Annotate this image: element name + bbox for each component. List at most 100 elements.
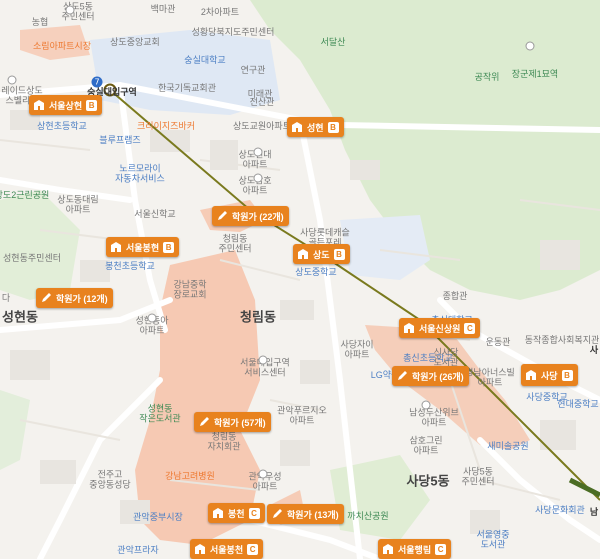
pencil-icon (198, 416, 210, 428)
place-label: 소림아파트시장 (33, 40, 91, 51)
place-label: 경남아너스빌 아파트 (465, 367, 515, 388)
place-label: 노르모라이 자동차서비스 (115, 163, 165, 184)
place-label: 현대중학교 (557, 398, 599, 409)
pin-label: 봉천 (228, 508, 245, 519)
school-pin[interactable]: 사당 B (521, 364, 578, 386)
poi-icon[interactable] (147, 313, 157, 323)
pin-label: 학원가 (22개) (232, 211, 284, 222)
place-label: 사당5동 주민센터 (461, 466, 495, 487)
school-icon (403, 322, 415, 334)
poi-icon[interactable] (7, 75, 17, 85)
pencil-icon (40, 292, 52, 304)
place-label: 백마관 (150, 3, 176, 14)
place-label: 봉천초등학교 (105, 260, 155, 271)
place-label: 공작위 (474, 71, 500, 82)
place-label: 상도2근린공원 (0, 189, 50, 200)
pin-label: 학원가 (26개) (412, 371, 464, 382)
pin-label: 학원가 (12개) (56, 293, 108, 304)
poi-icon[interactable] (65, 5, 75, 15)
place-label: 관악푸르지오 아파트 (277, 405, 327, 426)
place-label: 종합관 (442, 290, 468, 301)
place-label: 농협 (31, 16, 49, 27)
academy-pin[interactable]: 학원가 (13개) (267, 504, 344, 524)
pin-label: 성현 (307, 122, 324, 133)
place-label: 서울신학교 (134, 208, 176, 219)
place-label: 다 (1, 292, 11, 303)
place-label: 까치산공원 (347, 510, 389, 521)
grade-badge: B (86, 99, 98, 111)
grade-badge: B (561, 369, 573, 381)
place-label: 상현초등학교 (37, 120, 87, 131)
pencil-icon (271, 508, 283, 520)
grade-badge: C (464, 322, 476, 334)
pin-label: 서울상현 (49, 100, 83, 111)
place-label: 사당문화회관 (535, 504, 585, 515)
place-label: 사 (589, 344, 599, 355)
poi-icon[interactable] (421, 400, 431, 410)
grade-badge: B (163, 241, 175, 253)
place-label: 삼호그린 아파트 (409, 435, 443, 456)
place-label: 새미솔공원 (487, 440, 529, 451)
school-icon (212, 507, 224, 519)
academy-pin[interactable]: 학원가 (57개) (194, 412, 271, 432)
place-label: 강남중학 장로교회 (173, 279, 207, 300)
school-pin[interactable]: 봉천 C (208, 503, 265, 523)
place-label: 연구관 (240, 64, 266, 75)
place-label: 전주고 중앙동성당 (89, 469, 131, 490)
district-label: 사당5동 (406, 473, 450, 489)
school-icon (297, 248, 309, 260)
place-label: 강남고려병원 (165, 470, 215, 481)
place-label: 남 (589, 506, 599, 517)
grade-badge: C (247, 543, 259, 555)
pin-label: 학원가 (57개) (214, 417, 266, 428)
grade-badge: C (248, 507, 260, 519)
place-label: 상도중학교 (295, 266, 337, 277)
pin-label: 상도 (313, 249, 330, 260)
district-label: 청림동 (240, 309, 276, 325)
poi-icon[interactable] (253, 173, 263, 183)
place-label: 상도동대림 아파트 (57, 194, 99, 215)
pin-label: 사당 (541, 370, 558, 381)
academy-pin[interactable]: 학원가 (22개) (212, 206, 289, 226)
school-pin[interactable]: 서울상현 B (29, 95, 103, 115)
place-label: 사당자이 아파트 (340, 339, 374, 360)
place-label: 2차아파트 (200, 6, 240, 17)
school-icon (110, 241, 122, 253)
place-label: 청림동 주민센터 (218, 233, 252, 254)
school-pin[interactable]: 서울신상원 C (399, 318, 481, 338)
place-label: 남성두산위브 아파트 (409, 407, 459, 428)
school-pin[interactable]: 서울봉현 B (106, 237, 180, 257)
place-label: 성현동 작은도서관 (139, 403, 181, 424)
school-pin[interactable]: 서울봉천 C (190, 539, 264, 559)
place-label: 서울영중 도서관 (476, 529, 510, 550)
district-label: 성현동 (2, 309, 38, 325)
school-icon (382, 543, 394, 555)
poi-icon[interactable] (258, 355, 268, 365)
grade-badge: C (435, 543, 447, 555)
place-label: 크리이지즈바커 (137, 120, 195, 131)
poi-icon[interactable] (253, 147, 263, 157)
school-pin[interactable]: 서울행림 C (378, 539, 452, 559)
pencil-icon (396, 370, 408, 382)
school-pin[interactable]: 상도 B (293, 244, 350, 264)
school-pin[interactable]: 성현 B (287, 117, 344, 137)
map-view[interactable]: 7 성현동 청림동 사당5동 상도5동 주민센터 농협 백마관 2차아파트 상도… (0, 0, 600, 559)
pin-label: 서울봉천 (210, 544, 244, 555)
place-label: 성황당북지도주민센터 (191, 26, 275, 37)
pin-label: 학원가 (13개) (287, 509, 339, 520)
academy-pin[interactable]: 학원가 (12개) (36, 288, 113, 308)
poi-icon[interactable] (258, 469, 268, 479)
place-label: 상도중앙교회 (110, 36, 160, 47)
school-icon (33, 99, 45, 111)
pin-label: 서울행림 (398, 544, 432, 555)
place-label: 관악중부시장 (133, 511, 183, 522)
pin-label: 서울신상원 (419, 323, 461, 334)
school-icon (291, 121, 303, 133)
poi-icon[interactable] (525, 41, 535, 51)
pin-label: 서울봉현 (126, 242, 160, 253)
place-label: 성현동주민센터 (3, 252, 61, 263)
place-label: 동작종합사회복지관 (524, 334, 600, 345)
academy-pin[interactable]: 학원가 (26개) (392, 366, 469, 386)
place-label: 전산관 (249, 96, 275, 107)
school-icon (525, 369, 537, 381)
